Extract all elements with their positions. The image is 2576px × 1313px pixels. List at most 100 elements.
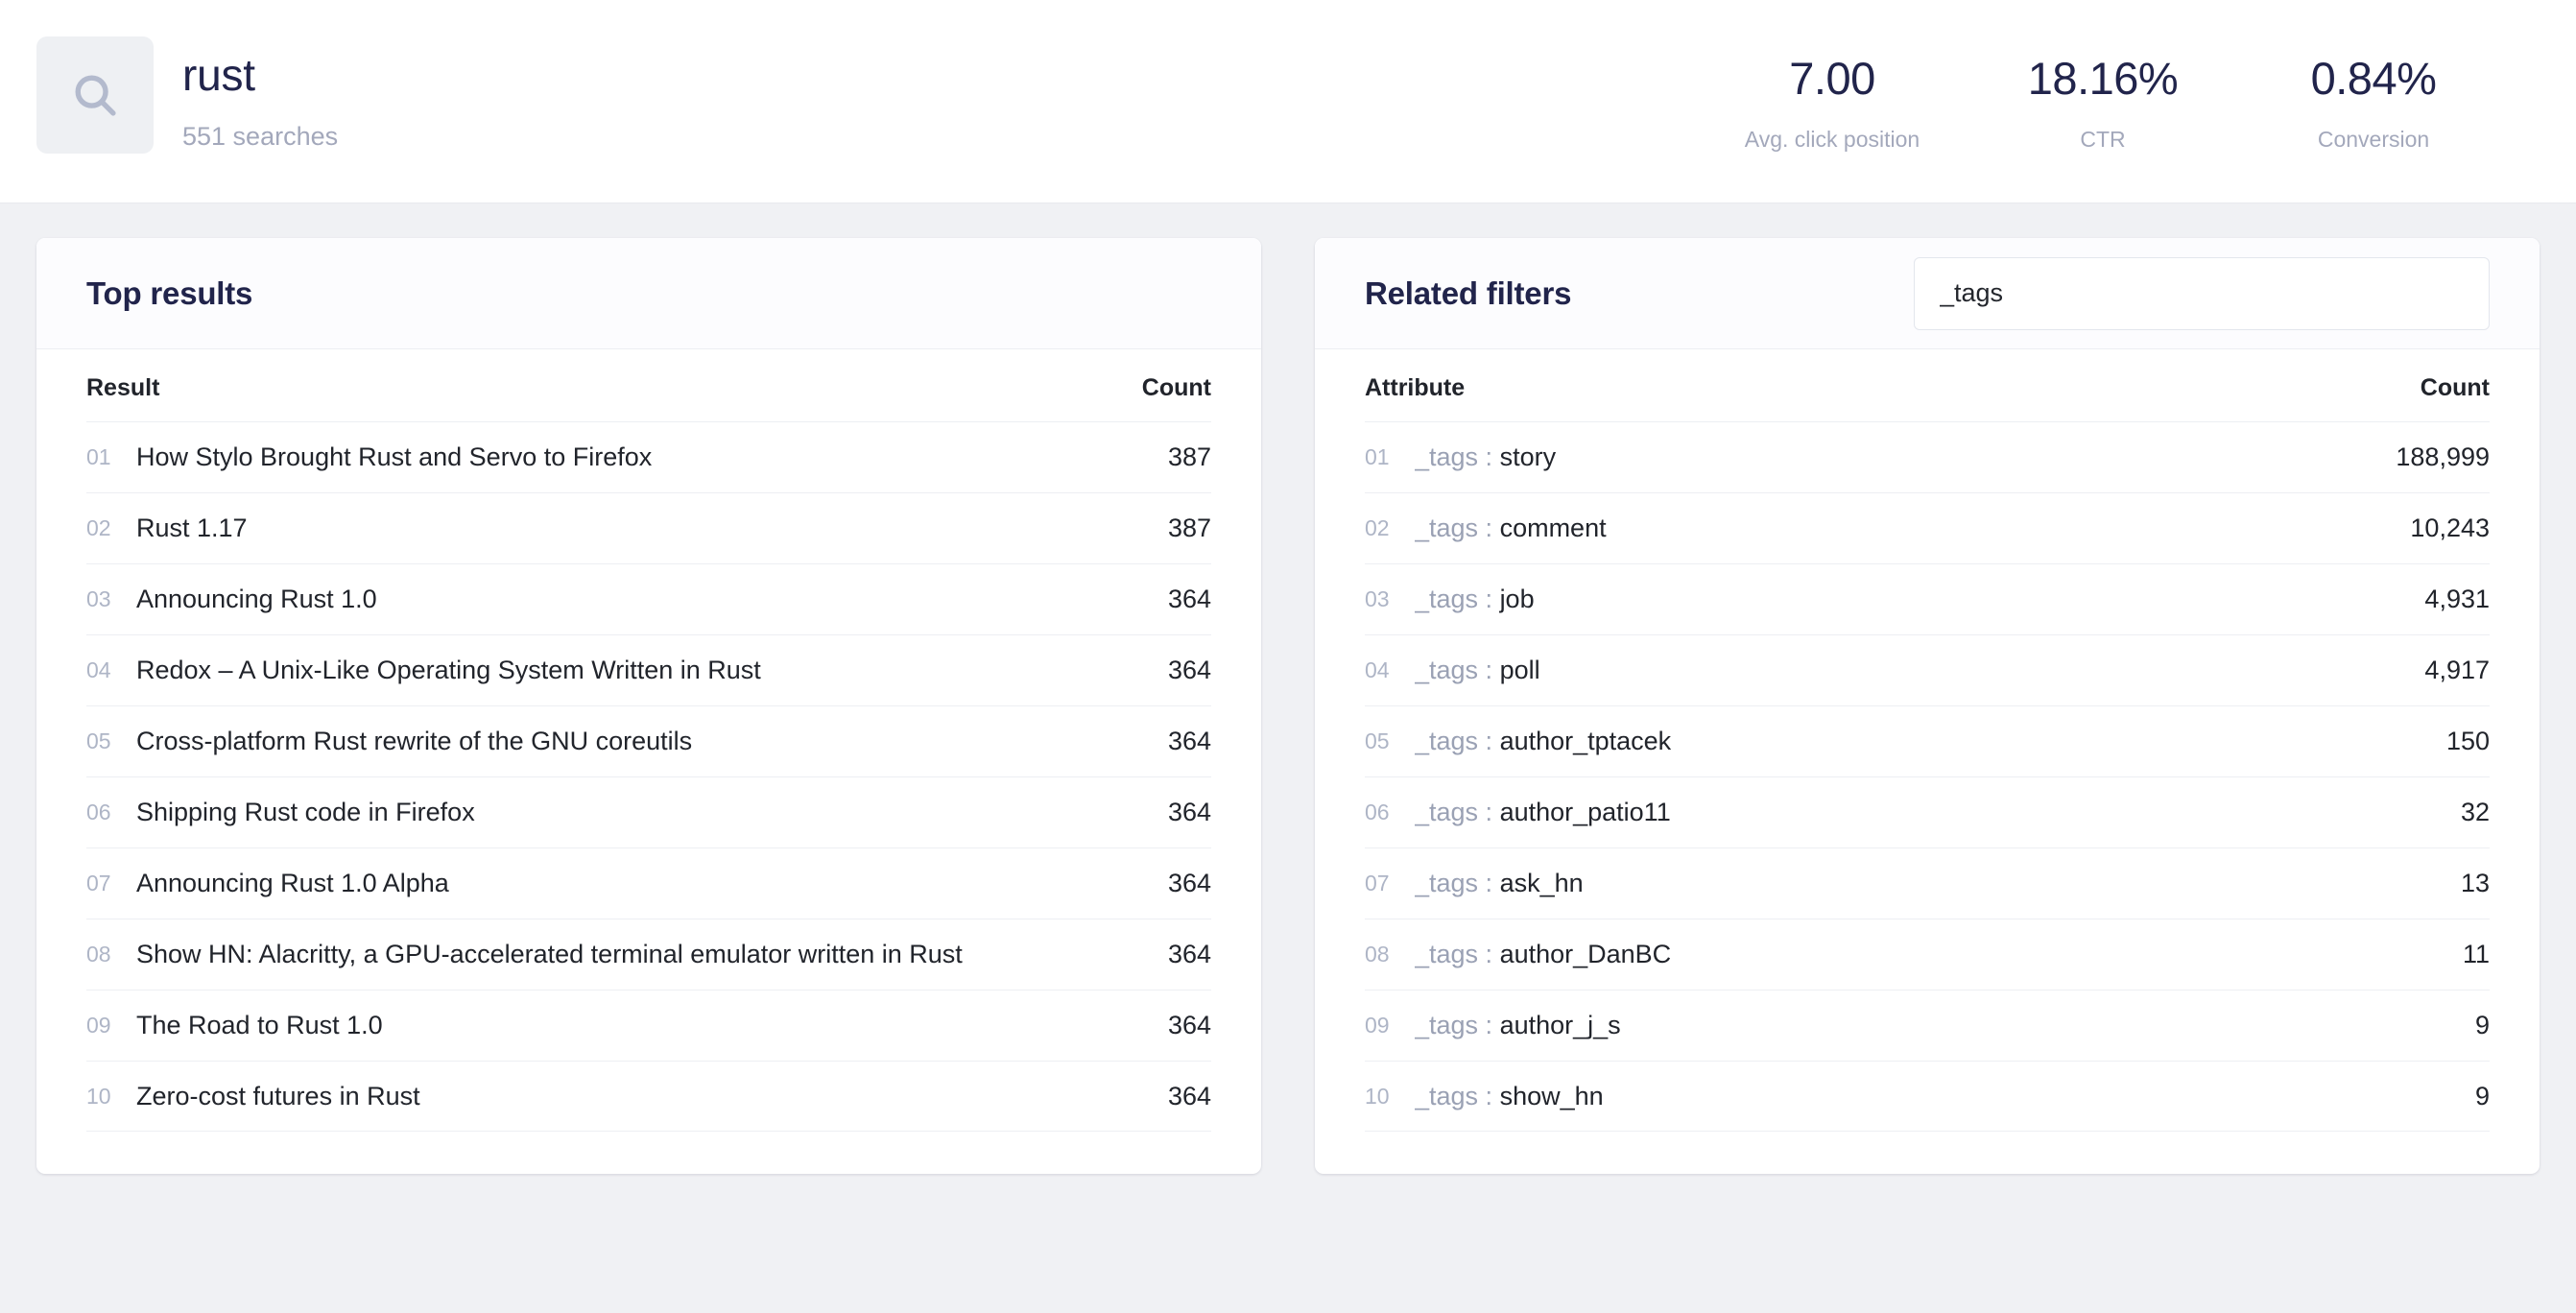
row-label: Redox – A Unix-Like Operating System Wri…: [136, 656, 1168, 685]
row-count: 11: [2463, 940, 2490, 969]
attribute-value: author_patio11: [1500, 798, 1671, 826]
table-row[interactable]: 07Announcing Rust 1.0 Alpha364: [86, 847, 1211, 919]
column-header-result: Result: [86, 374, 1142, 402]
metric-value: 7.00: [1697, 54, 1968, 104]
metric-label: Avg. click position: [1697, 127, 1968, 153]
related-filters-title: Related filters: [1365, 275, 1571, 312]
table-row[interactable]: 08_tags : author_DanBC11: [1365, 919, 2490, 990]
row-count: 9: [2475, 1082, 2490, 1111]
row-count: 364: [1168, 940, 1211, 969]
row-label: Shipping Rust code in Firefox: [136, 798, 1168, 827]
row-label: _tags : ask_hn: [1415, 869, 2461, 898]
row-count: 188,999: [2396, 442, 2490, 472]
table-row[interactable]: 04Redox – A Unix-Like Operating System W…: [86, 634, 1211, 705]
metric-value: 0.84%: [2238, 54, 2509, 104]
search-icon: [36, 36, 154, 154]
metrics-group: 7.00 Avg. click position 18.16% CTR 0.84…: [1697, 36, 2509, 153]
row-count: 364: [1168, 727, 1211, 756]
table-row[interactable]: 07_tags : ask_hn13: [1365, 847, 2490, 919]
page-header: rust 551 searches 7.00 Avg. click positi…: [0, 0, 2576, 203]
row-count: 32: [2461, 798, 2490, 827]
row-label: The Road to Rust 1.0: [136, 1011, 1168, 1040]
table-row[interactable]: 03Announcing Rust 1.0364: [86, 563, 1211, 634]
table-row[interactable]: 01_tags : story188,999: [1365, 421, 2490, 492]
row-rank: 08: [1365, 942, 1415, 967]
row-rank: 10: [1365, 1084, 1415, 1110]
row-label: _tags : author_patio11: [1415, 798, 2461, 827]
row-count: 4,917: [2424, 656, 2490, 685]
attribute-value: author_j_s: [1500, 1011, 1621, 1039]
table-row[interactable]: 02_tags : comment10,243: [1365, 492, 2490, 563]
table-row[interactable]: 09The Road to Rust 1.0364: [86, 990, 1211, 1061]
attribute-value: author_DanBC: [1500, 940, 1672, 968]
table-row[interactable]: 04_tags : poll4,917: [1365, 634, 2490, 705]
row-rank: 03: [86, 586, 136, 612]
table-row[interactable]: 05Cross-platform Rust rewrite of the GNU…: [86, 705, 1211, 776]
row-label: Announcing Rust 1.0 Alpha: [136, 869, 1168, 898]
attribute-value: show_hn: [1500, 1082, 1604, 1110]
row-rank: 06: [86, 800, 136, 825]
related-filters-card: Related filters Attribute Count 01_tags …: [1315, 238, 2540, 1174]
search-count-label: 551 searches: [182, 122, 338, 152]
row-label: Rust 1.17: [136, 513, 1168, 543]
attribute-prefix: _tags :: [1415, 1011, 1500, 1039]
row-label: _tags : job: [1415, 585, 2424, 614]
row-rank: 03: [1365, 586, 1415, 612]
main-content: Top results Result Count 01How Stylo Bro…: [0, 203, 2576, 1208]
table-header-row: Result Count: [86, 374, 1211, 421]
row-label: Zero-cost futures in Rust: [136, 1082, 1168, 1111]
row-rank: 01: [1365, 444, 1415, 470]
table-row[interactable]: 01How Stylo Brought Rust and Servo to Fi…: [86, 421, 1211, 492]
row-label: _tags : poll: [1415, 656, 2424, 685]
column-header-count: Count: [2421, 374, 2490, 402]
table-row[interactable]: 10Zero-cost futures in Rust364: [86, 1061, 1211, 1132]
row-rank: 05: [86, 728, 136, 754]
attribute-select-input[interactable]: [1914, 257, 2490, 330]
table-row[interactable]: 03_tags : job4,931: [1365, 563, 2490, 634]
attribute-prefix: _tags :: [1415, 727, 1500, 755]
table-row[interactable]: 10_tags : show_hn9: [1365, 1061, 2490, 1132]
top-results-card: Top results Result Count 01How Stylo Bro…: [36, 238, 1261, 1174]
attribute-prefix: _tags :: [1415, 869, 1500, 897]
row-label: _tags : comment: [1415, 513, 2410, 543]
attribute-value: author_tptacek: [1500, 727, 1672, 755]
row-count: 387: [1168, 442, 1211, 472]
row-label: Cross-platform Rust rewrite of the GNU c…: [136, 727, 1168, 756]
table-row[interactable]: 09_tags : author_j_s9: [1365, 990, 2490, 1061]
attribute-value: job: [1500, 585, 1535, 613]
row-count: 364: [1168, 656, 1211, 685]
top-results-card-header: Top results: [36, 238, 1261, 349]
metric-conversion: 0.84% Conversion: [2238, 54, 2509, 153]
row-label: _tags : author_tptacek: [1415, 727, 2446, 756]
row-label: _tags : author_j_s: [1415, 1011, 2475, 1040]
top-results-row-list: 01How Stylo Brought Rust and Servo to Fi…: [86, 421, 1211, 1132]
column-header-attribute: Attribute: [1365, 374, 2421, 402]
row-rank: 06: [1365, 800, 1415, 825]
table-row[interactable]: 08Show HN: Alacritty, a GPU-accelerated …: [86, 919, 1211, 990]
row-label: _tags : author_DanBC: [1415, 940, 2463, 969]
table-row[interactable]: 06Shipping Rust code in Firefox364: [86, 776, 1211, 847]
row-count: 364: [1168, 1082, 1211, 1111]
attribute-prefix: _tags :: [1415, 1082, 1500, 1110]
column-header-count: Count: [1142, 374, 1211, 402]
row-count: 387: [1168, 513, 1211, 543]
table-row[interactable]: 06_tags : author_patio1132: [1365, 776, 2490, 847]
top-results-title: Top results: [86, 275, 252, 312]
row-count: 364: [1168, 798, 1211, 827]
table-row[interactable]: 05_tags : author_tptacek150: [1365, 705, 2490, 776]
row-rank: 10: [86, 1084, 136, 1110]
table-header-row: Attribute Count: [1365, 374, 2490, 421]
row-label: How Stylo Brought Rust and Servo to Fire…: [136, 442, 1168, 472]
attribute-value: poll: [1500, 656, 1540, 684]
row-rank: 04: [1365, 657, 1415, 683]
row-count: 150: [2446, 727, 2490, 756]
query-summary: rust 551 searches: [36, 36, 338, 154]
metric-ctr: 18.16% CTR: [1968, 54, 2238, 153]
row-label: Announcing Rust 1.0: [136, 585, 1168, 614]
row-count: 364: [1168, 1011, 1211, 1040]
attribute-prefix: _tags :: [1415, 585, 1500, 613]
attribute-prefix: _tags :: [1415, 656, 1500, 684]
metric-label: CTR: [1968, 127, 2238, 153]
row-label: _tags : show_hn: [1415, 1082, 2475, 1111]
table-row[interactable]: 02Rust 1.17387: [86, 492, 1211, 563]
